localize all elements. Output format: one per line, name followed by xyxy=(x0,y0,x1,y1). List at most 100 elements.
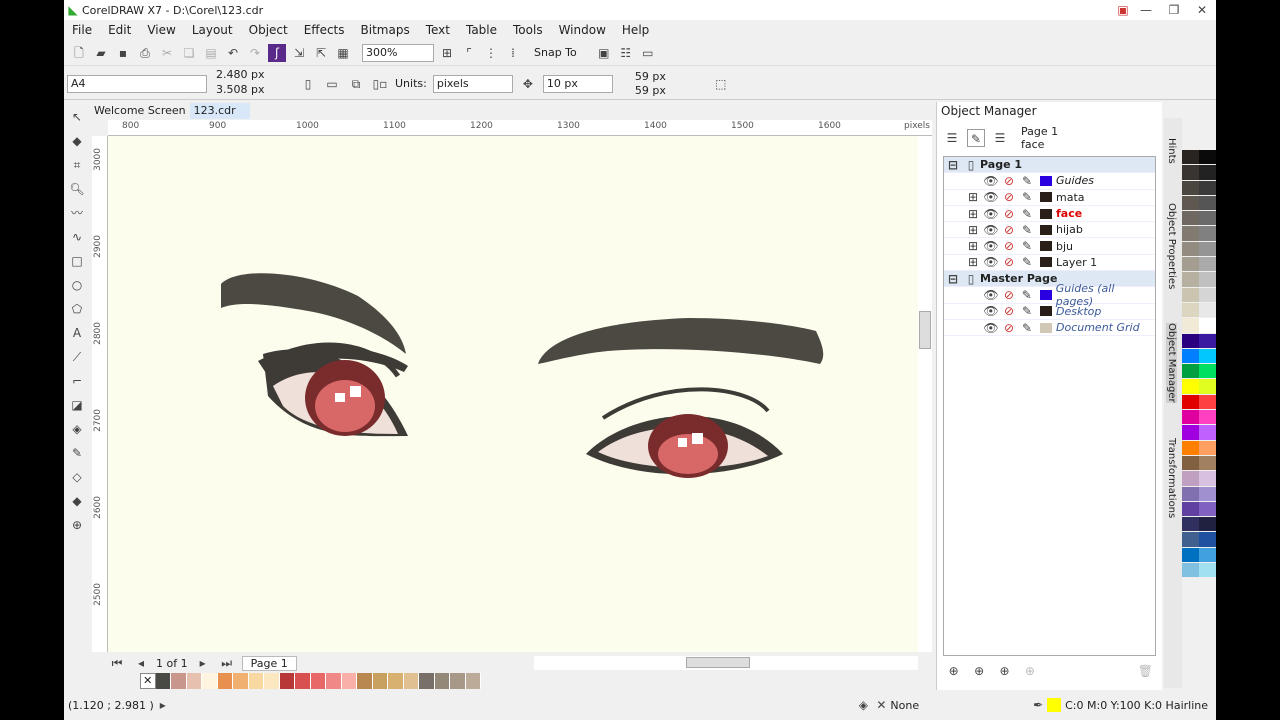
units-select[interactable]: pixels xyxy=(432,74,513,93)
document-palette-swatch[interactable] xyxy=(450,673,466,689)
visibility-eye-icon[interactable]: 👁︎ xyxy=(982,302,1000,320)
lock-edit-icon[interactable]: ✎ xyxy=(1018,237,1036,255)
palette-swatch[interactable] xyxy=(1199,379,1216,395)
import-icon[interactable]: ⇲ xyxy=(290,44,308,62)
palette-swatch[interactable] xyxy=(1182,226,1199,242)
palette-swatch[interactable] xyxy=(1199,455,1216,472)
palette-swatch[interactable] xyxy=(1182,471,1199,487)
minimize-button[interactable]: — xyxy=(1132,1,1160,19)
palette-swatch[interactable] xyxy=(1199,150,1216,166)
palette-swatch[interactable] xyxy=(1182,425,1199,441)
docker-tab-object-manager[interactable]: Object Manager xyxy=(1166,323,1177,403)
lock-edit-icon[interactable]: ✎ xyxy=(1018,205,1036,223)
duplicate-x-input[interactable]: 59 px xyxy=(619,70,666,84)
print-toggle-icon[interactable]: ⊘ xyxy=(1000,172,1018,190)
cut-icon[interactable]: ✂ xyxy=(158,44,176,62)
palette-swatch[interactable] xyxy=(1199,501,1216,518)
welcome-screen-icon[interactable]: ▣ xyxy=(595,44,613,62)
palette-swatch[interactable] xyxy=(1199,165,1216,181)
palette-swatch[interactable] xyxy=(1199,211,1216,227)
palette-swatch[interactable] xyxy=(1199,547,1216,564)
show-guidelines-icon[interactable]: ⁞ xyxy=(504,44,522,62)
lock-edit-icon[interactable]: ✎ xyxy=(1018,221,1036,239)
document-palette-swatch[interactable] xyxy=(357,673,373,689)
menu-layout[interactable]: Layout xyxy=(184,23,241,37)
lock-edit-icon[interactable]: ✎ xyxy=(1018,302,1036,320)
palette-swatch[interactable] xyxy=(1182,333,1199,349)
layer-color-swatch[interactable] xyxy=(1040,257,1052,268)
drawing-canvas[interactable] xyxy=(108,136,918,652)
palette-swatch[interactable] xyxy=(1199,410,1216,426)
print-toggle-icon[interactable]: ⊘ xyxy=(1000,253,1018,271)
print-icon[interactable]: ⎙ xyxy=(136,44,154,62)
page-tab-page-1[interactable]: Page 1 xyxy=(241,655,297,671)
treat-as-filled-icon[interactable]: ⬚ xyxy=(712,75,730,93)
document-palette-swatch[interactable] xyxy=(341,673,357,689)
next-page-icon[interactable]: ▸ xyxy=(194,654,212,672)
palette-swatch[interactable] xyxy=(1182,195,1199,212)
visibility-eye-icon[interactable]: 👁︎ xyxy=(982,253,1000,271)
menu-window[interactable]: Window xyxy=(551,23,614,37)
object-row-document-grid[interactable]: 👁︎ ⊘ ✎ Document Grid xyxy=(944,320,1155,337)
pick-tool-icon[interactable]: ↖ xyxy=(68,108,86,126)
palette-swatch[interactable] xyxy=(1182,410,1199,426)
landscape-icon[interactable]: ▭ xyxy=(323,75,341,93)
interactive-fill-icon[interactable]: ◇ xyxy=(68,468,86,486)
object-row-face[interactable]: ⊞ 👁︎ ⊘ ✎ face xyxy=(944,205,1155,223)
first-page-icon[interactable]: ⏮ xyxy=(108,654,126,672)
palette-swatch[interactable] xyxy=(1199,180,1216,196)
palette-swatch[interactable] xyxy=(1182,302,1199,319)
palette-swatch[interactable] xyxy=(1182,257,1199,273)
layer-color-swatch[interactable] xyxy=(1039,290,1052,301)
palette-swatch[interactable] xyxy=(1182,211,1199,227)
palette-swatch[interactable] xyxy=(1199,241,1216,258)
collapse-icon[interactable]: ⊟ xyxy=(944,156,962,174)
document-palette-swatch[interactable] xyxy=(248,673,264,689)
vertical-ruler[interactable]: 3000 2900 2800 2700 2600 2500 xyxy=(92,136,108,652)
full-screen-preview-icon[interactable]: ⊞ xyxy=(438,44,456,62)
palette-swatch[interactable] xyxy=(1182,532,1199,548)
expand-icon[interactable]: ⊞ xyxy=(964,205,982,223)
freehand-tool-icon[interactable]: 〰 xyxy=(68,204,86,222)
export-pdf-icon[interactable]: ▦ xyxy=(334,44,352,62)
print-toggle-icon[interactable]: ⊘ xyxy=(1000,286,1018,304)
palette-swatch[interactable] xyxy=(1199,257,1216,273)
connector-tool-icon[interactable]: ⌐ xyxy=(68,372,86,390)
no-color-swatch[interactable]: ✕ xyxy=(140,673,156,689)
duplicate-y-input[interactable]: 59 px xyxy=(619,84,666,98)
document-palette-swatch[interactable] xyxy=(279,673,295,689)
expand-icon[interactable]: ⊞ xyxy=(964,188,982,206)
palette-swatch[interactable] xyxy=(1199,272,1216,288)
menu-help[interactable]: Help xyxy=(614,23,657,37)
palette-swatch[interactable] xyxy=(1182,501,1199,518)
layer-color-swatch[interactable] xyxy=(1040,192,1052,203)
palette-swatch[interactable] xyxy=(1182,563,1199,579)
collapse-icon[interactable]: ⊟ xyxy=(944,270,962,288)
layer-manager-view-icon[interactable]: ☰ xyxy=(991,129,1009,147)
page-width-input[interactable]: 2.480 px xyxy=(213,69,293,83)
object-row-guides[interactable]: 👁︎ ⊘ ✎ Guides xyxy=(944,172,1155,190)
palette-swatch[interactable] xyxy=(1182,547,1199,564)
user-icon[interactable]: ▣ xyxy=(1114,1,1132,19)
layer-color-swatch[interactable] xyxy=(1040,224,1052,235)
export-icon[interactable]: ⇱ xyxy=(312,44,330,62)
edit-across-layers-icon[interactable]: ✎ xyxy=(967,129,985,147)
document-palette-swatch[interactable] xyxy=(155,673,171,689)
new-master-odd-icon[interactable]: ⊕ xyxy=(1021,662,1038,680)
palette-swatch[interactable] xyxy=(1182,150,1199,166)
palette-swatch[interactable] xyxy=(1199,364,1216,380)
undo-icon[interactable]: ↶ xyxy=(224,44,242,62)
lock-edit-icon[interactable]: ✎ xyxy=(1018,253,1036,271)
document-palette-swatch[interactable] xyxy=(217,673,233,689)
close-button[interactable]: ✕ xyxy=(1188,1,1216,19)
visibility-eye-icon[interactable]: 👁︎ xyxy=(982,188,1000,206)
menu-file[interactable]: File xyxy=(64,23,100,37)
palette-swatch[interactable] xyxy=(1199,348,1216,365)
save-icon[interactable]: ▪ xyxy=(114,44,132,62)
transparency-icon[interactable]: ◈ xyxy=(68,420,86,438)
docker-tab-hints[interactable]: Hints xyxy=(1166,138,1177,164)
palette-swatch[interactable] xyxy=(1199,394,1216,411)
menu-edit[interactable]: Edit xyxy=(100,23,139,37)
document-palette-swatch[interactable] xyxy=(233,673,249,689)
toolbox-more-icon[interactable]: ⊕ xyxy=(68,516,86,534)
